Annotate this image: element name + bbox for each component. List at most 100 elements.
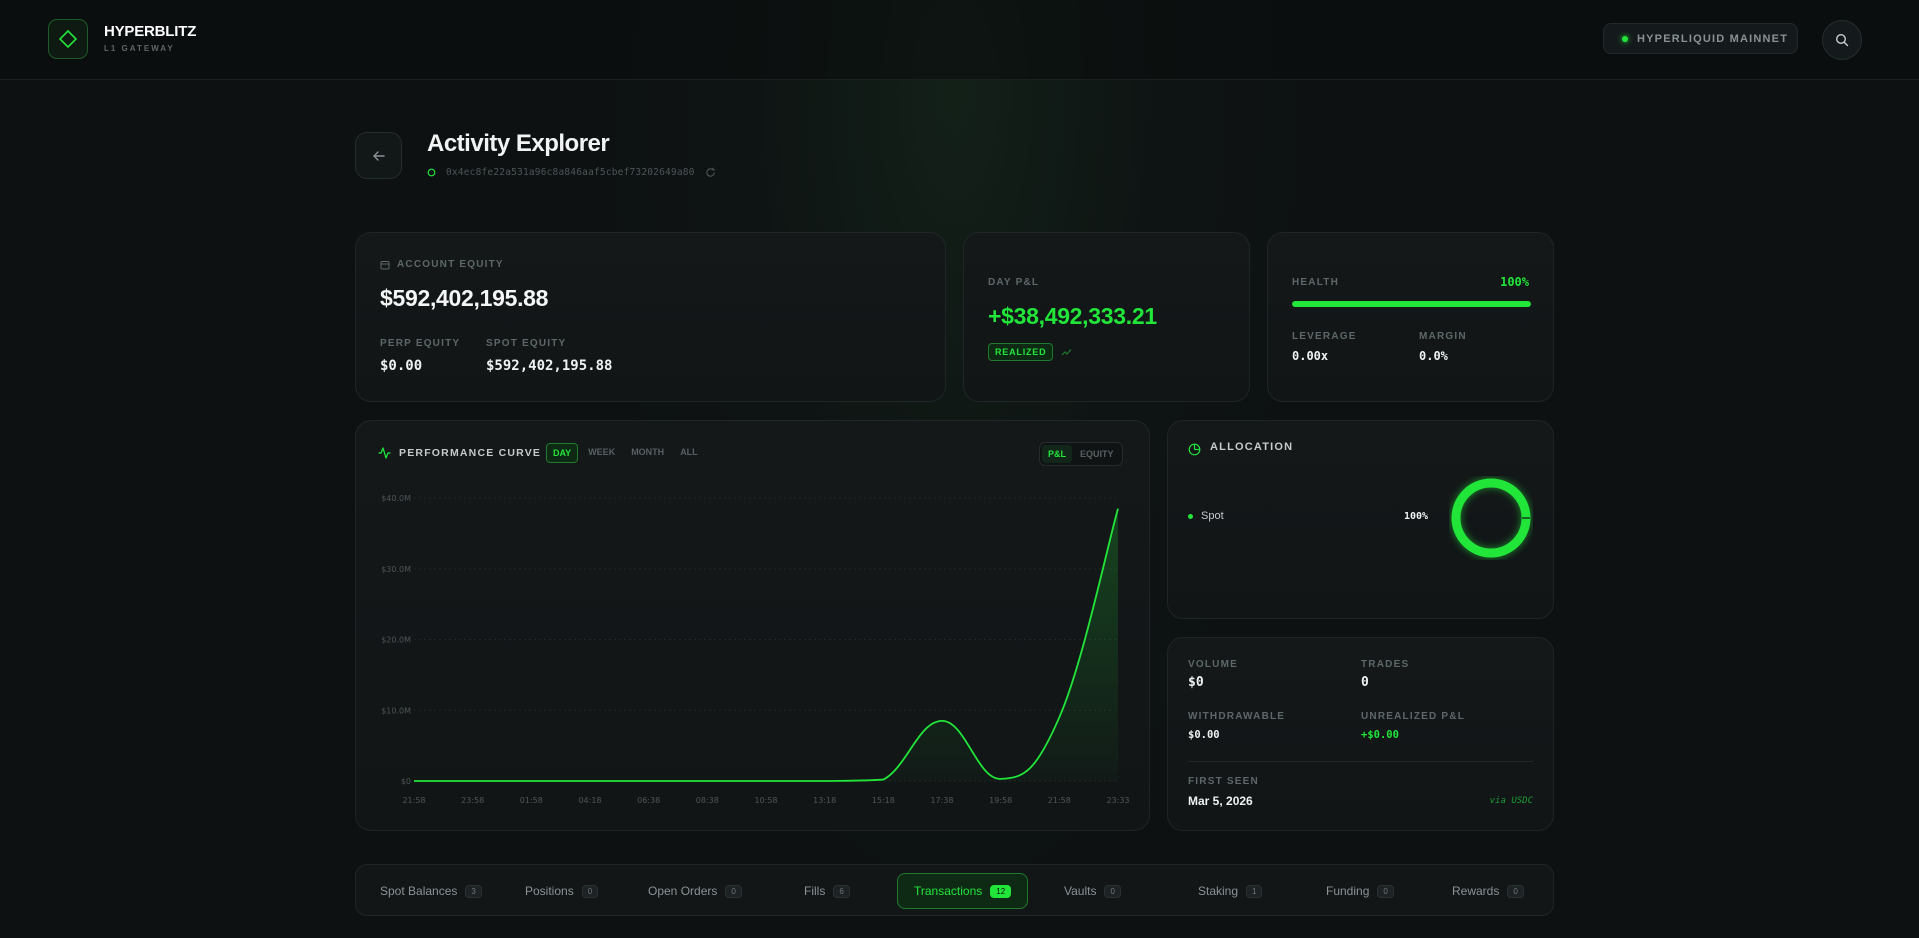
allocation-item: Spot <box>1188 510 1224 522</box>
tab-label: Rewards <box>1452 884 1500 898</box>
withdrawable-value: $0.00 <box>1188 729 1220 741</box>
x-tick-label: 21:58 <box>1048 796 1071 805</box>
tab-transactions[interactable]: Transactions 12 <box>897 873 1029 909</box>
tab-fills[interactable]: Fills 6 <box>788 873 866 909</box>
top-bar: HYPERBLITZ L1 GATEWAY HYPERLIQUID MAINNE… <box>0 0 1919 80</box>
x-tick-label: 04:18 <box>578 796 601 805</box>
network-selector[interactable]: HYPERLIQUID MAINNET <box>1603 23 1798 54</box>
allocation-donut <box>1451 478 1531 558</box>
tab-label: Positions <box>525 884 574 898</box>
allocation-item-percent: 100% <box>1404 511 1429 522</box>
back-button[interactable] <box>355 132 402 179</box>
health-percent: 100% <box>1500 275 1529 289</box>
first-seen-via: via USDC <box>1489 796 1533 806</box>
x-tick-label: 17:38 <box>930 796 953 805</box>
diamond-icon <box>58 29 78 49</box>
y-tick-label: $10.0M <box>381 706 411 715</box>
y-tick-label: $0 <box>401 777 411 786</box>
health-bar <box>1292 301 1531 307</box>
spot-legend-dot <box>1188 513 1193 519</box>
volume-label: VOLUME <box>1188 659 1238 670</box>
performance-card: PERFORMANCE CURVE DAY WEEK MONTH ALL P&L EQU… <box>355 420 1150 831</box>
spot-equity-value: $592,402,195.88 <box>486 358 613 374</box>
network-label: HYPERLIQUID MAINNET <box>1637 32 1789 45</box>
tab-open-orders[interactable]: Open Orders 0 <box>632 873 758 909</box>
x-tick-label: 10:58 <box>754 796 777 805</box>
health-label: HEALTH <box>1292 277 1340 288</box>
spot-equity-label: SPOT EQUITY <box>486 338 567 349</box>
day-pnl-value: +$38,492,333.21 <box>988 303 1157 329</box>
tab-count-badge: 1 <box>1246 884 1263 898</box>
health-card: HEALTH 100% LEVERAGE 0.00x MARGIN 0.0% <box>1267 232 1554 402</box>
tab-label: Spot Balances <box>380 884 458 898</box>
x-tick-label: 19:58 <box>989 796 1012 805</box>
wallet-address[interactable]: 0x4ec8fe22a531a96c8a846aaf5cbef73202649a… <box>446 167 695 178</box>
x-tick-label: 23:33 <box>1106 796 1129 805</box>
day-pnl-label: DAY P&L <box>988 277 1040 288</box>
allocation-title: ALLOCATION <box>1210 441 1294 453</box>
pnl-series-line <box>414 508 1119 782</box>
address-row: 0x4ec8fe22a531a96c8a846aaf5cbef73202649a… <box>427 167 716 178</box>
refresh-icon[interactable] <box>705 167 716 178</box>
tab-staking[interactable]: Staking 1 <box>1182 873 1278 909</box>
tab-label: Vaults <box>1064 884 1097 898</box>
x-tick-label: 13:18 <box>813 796 836 805</box>
x-tick-label: 21:58 <box>402 796 425 805</box>
allocation-item-name: Spot <box>1201 510 1224 522</box>
tab-label: Transactions <box>914 884 983 898</box>
tab-vaults[interactable]: Vaults 0 <box>1048 873 1137 909</box>
unrealized-label: UNREALIZED P&L <box>1361 711 1466 722</box>
tab-positions[interactable]: Positions 0 <box>509 873 614 909</box>
y-tick-label: $40.0M <box>381 494 411 503</box>
tab-count-badge: 12 <box>990 884 1012 898</box>
tab-count-badge: 3 <box>465 884 482 898</box>
margin-label: MARGIN <box>1419 331 1467 342</box>
activity-tab-bar: Spot Balances 3 Positions 0 Open Orders 0 Fill… <box>355 864 1554 916</box>
search-button[interactable] <box>1822 20 1862 60</box>
brand-subtitle: L1 GATEWAY <box>104 44 175 53</box>
x-tick-label: 08:38 <box>696 796 719 805</box>
calendar-icon <box>380 260 390 269</box>
arrow-left-icon <box>372 150 385 161</box>
logo[interactable] <box>48 19 88 59</box>
unrealized-value: +$0.00 <box>1361 729 1399 741</box>
tab-label: Staking <box>1198 884 1239 898</box>
stats-divider <box>1188 761 1533 762</box>
tab-funding[interactable]: Funding 0 <box>1310 873 1410 909</box>
x-tick-label: 15:18 <box>872 796 895 805</box>
search-icon <box>1835 33 1849 47</box>
brand-name: HYPERBLITZ <box>104 23 197 40</box>
tab-label: Open Orders <box>648 884 718 898</box>
trades-value: 0 <box>1361 675 1369 690</box>
first-seen-value: Mar 5, 2026 <box>1188 794 1253 808</box>
account-equity-label: ACCOUNT EQUITY <box>397 259 504 270</box>
tab-count-badge: 0 <box>725 884 742 898</box>
account-equity-value: $592,402,195.88 <box>380 285 549 311</box>
tab-spot-balances[interactable]: Spot Balances 3 <box>364 873 498 909</box>
leverage-value: 0.00x <box>1292 349 1329 363</box>
tab-count-badge: 0 <box>1377 884 1394 898</box>
leverage-label: LEVERAGE <box>1292 331 1357 342</box>
perp-equity-value: $0.00 <box>380 358 423 374</box>
first-seen-label: FIRST SEEN <box>1188 776 1259 787</box>
x-tick-label: 01:58 <box>520 796 543 805</box>
withdrawable-label: WITHDRAWABLE <box>1188 711 1286 722</box>
page-title: Activity Explorer <box>427 130 610 157</box>
tab-count-badge: 0 <box>1507 884 1524 898</box>
performance-chart: $0 $10.0M $20.0M $30.0M $40.0M 21:58 23:58 01:5… <box>381 494 1129 805</box>
tab-label: Funding <box>1326 884 1370 898</box>
day-pnl-card: DAY P&L +$38,492,333.21 REALIZED <box>963 232 1250 402</box>
allocation-card: ALLOCATION Spot 100% <box>1167 420 1554 619</box>
realized-badge: REALIZED <box>988 343 1054 361</box>
health-bar-fill <box>1292 301 1531 307</box>
tab-rewards[interactable]: Rewards 0 <box>1436 873 1540 909</box>
tab-label: Fills <box>804 884 826 898</box>
margin-value: 0.0% <box>1419 349 1448 363</box>
stats-card: VOLUME $0 TRADES 0 WITHDRAWABLE $0.00 UN… <box>1167 637 1554 831</box>
x-tick-label: 23:58 <box>461 796 484 805</box>
pnl-area-fill <box>414 508 1118 781</box>
x-tick-label: 06:38 <box>637 796 660 805</box>
account-equity-card: ACCOUNT EQUITY $592,402,195.88 PERP EQUI… <box>355 232 946 402</box>
pie-chart-icon <box>1188 443 1201 456</box>
tab-count-badge: 0 <box>581 884 599 898</box>
